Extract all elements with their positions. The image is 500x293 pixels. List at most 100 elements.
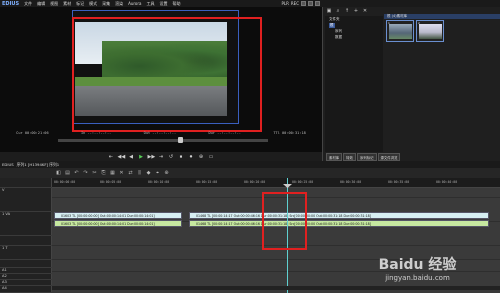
close-icon[interactable] [315,1,320,6]
menu-help[interactable]: 帮助 [172,1,180,7]
menu-clip[interactable]: 素材 [63,1,71,7]
menu-mode[interactable]: 模式 [89,1,97,7]
highlight-box-timeline [262,192,307,250]
search-icon[interactable]: ⌕ [335,8,341,14]
thumbnail-image [419,24,442,39]
plr-button[interactable]: PLR [281,1,288,6]
timeline-ruler[interactable]: 00:00:00:00 00:00:05:00 00:00:10:00 00:0… [52,178,500,188]
split-icon[interactable]: ⫼ [136,170,143,176]
record-button[interactable]: ⏺ [188,154,195,160]
snap-icon[interactable]: ⌖ [154,170,161,176]
sequence-title: 序列1 [H1394KF] 序列1 [16,161,60,167]
zoom-icon[interactable]: ⊕ [163,170,170,176]
minimize-icon[interactable] [301,1,306,6]
insert-button[interactable]: ⊕ [198,154,205,160]
menu-bar: EDIUS 文件 编辑 视图 素材 标记 模式 采集 渲染 Aurora 工具 … [0,0,500,7]
menu-marker[interactable]: 标记 [76,1,84,7]
overwrite-button[interactable]: ▭ [208,154,215,160]
timeline-clip-audio[interactable]: 01468 TL [00:00:14:17 Out:00:00:46:16 Du… [189,220,489,227]
redo-icon[interactable]: ↷ [82,170,89,176]
ruler-tick: 00:00:40:00 [436,180,458,184]
menu-render[interactable]: 渲染 [115,1,123,7]
tab-markers[interactable]: 序列标记 [356,153,377,161]
in-timecode: In --:--:--:-- [81,131,112,135]
track-header [0,260,52,268]
ruler-tick: 00:00:00:00 [54,180,76,184]
rewind-button[interactable]: ◀◀ [118,154,126,160]
ruler-tick: 00:00:20:00 [244,180,266,184]
track-header-1va[interactable]: 1 VA [0,212,52,236]
track-header-1t[interactable]: 1 T [0,246,52,260]
go-start-button[interactable]: ⇤ [108,154,115,160]
menu-edit[interactable]: 编辑 [37,1,45,7]
loop-button[interactable]: ↺ [168,154,175,160]
undo-icon[interactable]: ↶ [73,170,80,176]
tree-header: 文件夹 [329,17,340,21]
delete-icon[interactable]: ✕ [118,170,125,176]
thumbnail-image [389,24,412,39]
up-icon[interactable]: ↑ [344,8,350,14]
folder-icon[interactable]: ▣ [326,8,332,14]
save-icon[interactable]: ▤ [64,170,71,176]
timeline-clip-audio[interactable]: 01603 TL [00:00:00:00] Out:00:00:14:01 D… [54,220,182,227]
timeline-clip-video[interactable]: 01603 TL [00:00:00:00] Out:00:00:14:01 D… [54,212,182,219]
scrubber-handle[interactable] [178,137,183,143]
add-icon[interactable]: + [353,8,359,14]
ruler-tick: 00:00:30:00 [340,180,362,184]
rec-button[interactable]: REC [291,1,299,6]
app-logo-small: EDIUS [2,162,14,167]
menu-tools[interactable]: 工具 [146,1,154,7]
menu-file[interactable]: 文件 [24,1,32,7]
bin-clip-thumbnail[interactable]: 1 [386,20,414,42]
step-back-button[interactable]: ◀ [128,154,135,160]
track-header-v[interactable]: V [0,188,52,212]
play-button[interactable]: ▶ [138,154,145,160]
bin-tabs: 素材库 特效 序列标记 源文件浏览 [326,153,500,161]
folder-tree: 文件夹 根 序列 数据 [325,16,383,152]
transport-controls: ⇤ ◀◀ ◀ ▶ ▶▶ ⇥ ↺ ⏹ ⏺ ⊕ ▭ [0,152,322,161]
tree-item-root[interactable]: 根 [329,23,335,28]
highlight-box-preview [72,17,262,132]
app-logo: EDIUS [2,0,20,7]
out-timecode: Out --:--:--:-- [143,131,177,135]
ttl-timecode: TTl 00:00:31:18 [273,131,306,135]
paste-icon[interactable]: ▦ [109,170,116,176]
tab-effects[interactable]: 特效 [343,153,356,161]
copy-icon[interactable]: ⎘ [100,170,107,176]
ruler-tick: 00:00:15:00 [196,180,218,184]
maximize-icon[interactable] [308,1,313,6]
watermark-url: jingyan.baidu.com [385,274,450,282]
menu-view[interactable]: 视图 [50,1,58,7]
track-header-a4[interactable]: A4 [0,286,52,293]
stop-button[interactable]: ⏹ [178,154,185,160]
menu-capture[interactable]: 采集 [102,1,110,7]
menu-settings[interactable]: 设置 [159,1,167,7]
bin-clip-thumbnail[interactable]: 2 [416,20,444,42]
preview-scrubber[interactable] [58,139,268,142]
ruler-tick: 00:00:05:00 [100,180,122,184]
tab-source-browser[interactable]: 源文件浏览 [377,153,401,161]
timeline-clip-video[interactable]: 01468 TL [00:00:14:17 Out:00:00:46:16 Du… [189,212,489,219]
track-headers: V 1 VA 1 T A1 A2 A3 A4 [0,178,52,293]
ripple-icon[interactable]: ⇄ [127,170,134,176]
tree-item-sequence[interactable]: 序列 [335,29,342,34]
bin-title: 根 (4)素材库 [384,14,500,19]
mode-icon[interactable]: ◧ [55,170,62,176]
watermark: Baidu 经验 jingyan.baidu.com [340,248,495,288]
tab-bin[interactable]: 素材库 [326,153,343,161]
menu-aurora[interactable]: Aurora [128,1,141,6]
dur-timecode: Dur --:--:--:-- [208,131,241,135]
go-end-button[interactable]: ⇥ [158,154,165,160]
tree-item-data[interactable]: 数据 [335,35,342,40]
ruler-tick: 00:00:10:00 [148,180,170,184]
marker-icon[interactable]: ◆ [145,170,152,176]
ruler-tick: 00:00:25:00 [292,180,314,184]
cur-timecode: Cur 00:00:21:06 [16,131,49,135]
watermark-logo: Baidu 经验 [378,257,457,273]
track-header [0,178,52,188]
cut-icon[interactable]: ✂ [91,170,98,176]
track-header [0,236,52,246]
thumb-label: 1 [388,21,390,25]
fast-forward-button[interactable]: ▶▶ [148,154,156,160]
delete-icon[interactable]: ✕ [362,8,368,14]
